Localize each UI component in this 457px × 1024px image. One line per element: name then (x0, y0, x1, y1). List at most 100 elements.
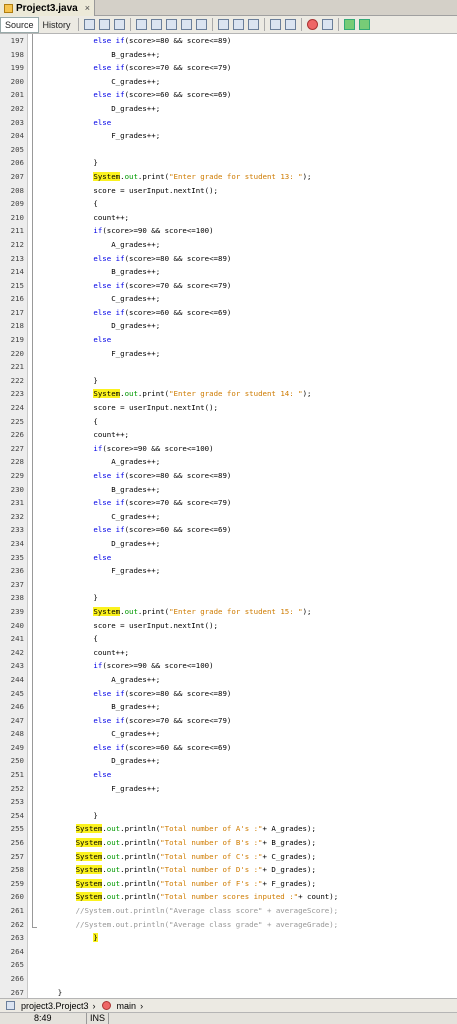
code-line[interactable]: 230 B_grades++; (0, 483, 457, 497)
comment-icon[interactable] (343, 19, 355, 30)
code-line[interactable]: 254 } (0, 809, 457, 823)
shift-left-icon[interactable] (269, 19, 281, 30)
code-line[interactable]: 208 score = userInput.nextInt(); (0, 184, 457, 198)
code-line[interactable]: 245 else if(score>=80 && score<=89) (0, 687, 457, 701)
code-line[interactable]: 247 else if(score>=70 && score<=79) (0, 714, 457, 728)
code-line[interactable]: 257 System.out.println("Total number of … (0, 850, 457, 864)
code-line[interactable]: 266 (0, 972, 457, 986)
file-tab[interactable]: Project3.java × (0, 0, 95, 16)
history-tab-button[interactable]: History (39, 18, 75, 32)
code-line[interactable]: 207 System.out.print("Enter grade for st… (0, 170, 457, 184)
back-icon[interactable] (98, 19, 110, 30)
code-line[interactable]: 232 C_grades++; (0, 510, 457, 524)
code-line[interactable]: 246 B_grades++; (0, 700, 457, 714)
code-line[interactable]: 229 else if(score>=80 && score<=89) (0, 469, 457, 483)
code-line[interactable]: 249 else if(score>=60 && score<=69) (0, 741, 457, 755)
code-line[interactable]: 210 count++; (0, 211, 457, 225)
code-line[interactable]: 204 F_grades++; (0, 129, 457, 143)
previous-bookmark-icon[interactable] (217, 19, 229, 30)
code-line[interactable]: 241 { (0, 632, 457, 646)
stop-macro-icon[interactable] (321, 19, 333, 30)
code-line[interactable]: 227 if(score>=90 && score<=100) (0, 442, 457, 456)
code-line[interactable]: 261 //System.out.println("Average class … (0, 904, 457, 918)
toggle-bookmark-icon[interactable] (247, 19, 259, 30)
code-line[interactable]: 218 D_grades++; (0, 319, 457, 333)
code-line[interactable]: 240 score = userInput.nextInt(); (0, 619, 457, 633)
code-line[interactable]: 260 System.out.println("Total number sco… (0, 890, 457, 904)
code-line[interactable]: 221 (0, 360, 457, 374)
close-tab-icon[interactable]: × (85, 3, 90, 13)
code-editor[interactable]: 197 else if(score>=80 && score<=89) 198 B… (0, 34, 457, 1010)
code-line[interactable]: 199 else if(score>=70 && score<=79) (0, 61, 457, 75)
code-line[interactable]: 202 D_grades++; (0, 102, 457, 116)
shift-right-icon[interactable] (284, 19, 296, 30)
code-line[interactable]: 250 D_grades++; (0, 754, 457, 768)
code-line[interactable]: 226 count++; (0, 428, 457, 442)
code-line[interactable]: 248 C_grades++; (0, 727, 457, 741)
line-number: 231 (10, 498, 24, 508)
code-line[interactable]: 223 System.out.print("Enter grade for st… (0, 387, 457, 401)
code-line[interactable]: 234 D_grades++; (0, 537, 457, 551)
find-previous-icon[interactable] (150, 19, 162, 30)
code-line[interactable]: 233 else if(score>=60 && score<=69) (0, 523, 457, 537)
code-line[interactable]: 201 else if(score>=60 && score<=69) (0, 88, 457, 102)
code-line[interactable]: 214 B_grades++; (0, 265, 457, 279)
code-line[interactable]: 206 } (0, 156, 457, 170)
toggle-highlight-icon[interactable] (180, 19, 192, 30)
code-line[interactable]: 237 (0, 578, 457, 592)
forward-icon[interactable] (113, 19, 125, 30)
code-line[interactable]: 244 A_grades++; (0, 673, 457, 687)
code-line[interactable]: 209 { (0, 197, 457, 211)
uncomment-icon[interactable] (358, 19, 370, 30)
code-line[interactable]: 205 (0, 143, 457, 157)
last-edit-icon[interactable] (83, 19, 95, 30)
code-line[interactable]: 239 System.out.print("Enter grade for st… (0, 605, 457, 619)
code-line[interactable]: 251 else (0, 768, 457, 782)
code-line[interactable]: 242 count++; (0, 646, 457, 660)
code-line[interactable]: 231 else if(score>=70 && score<=79) (0, 496, 457, 510)
code-line[interactable]: 216 C_grades++; (0, 292, 457, 306)
source-tab-button[interactable]: Source (0, 16, 39, 33)
code-line[interactable]: 259 System.out.println("Total number of … (0, 877, 457, 891)
code-line[interactable]: 211 if(score>=90 && score<=100) (0, 224, 457, 238)
find-next-icon[interactable] (165, 19, 177, 30)
code-line[interactable]: 256 System.out.println("Total number of … (0, 836, 457, 850)
code-line[interactable]: 235 else (0, 551, 457, 565)
code-line[interactable]: 197 else if(score>=80 && score<=89) (0, 34, 457, 48)
code-line[interactable]: 243 if(score>=90 && score<=100) (0, 659, 457, 673)
code-line[interactable]: 222 } (0, 374, 457, 388)
code-line[interactable]: 264 (0, 945, 457, 959)
code-line[interactable]: 228 A_grades++; (0, 455, 457, 469)
code-line[interactable]: 258 System.out.println("Total number of … (0, 863, 457, 877)
code-line[interactable]: 263 } (0, 931, 457, 945)
start-macro-icon[interactable] (306, 19, 318, 30)
code-line[interactable]: 217 else if(score>=60 && score<=69) (0, 306, 457, 320)
code-line[interactable]: 220 F_grades++; (0, 347, 457, 361)
code-token: out (106, 838, 121, 848)
code-line[interactable]: 236 F_grades++; (0, 564, 457, 578)
class-breadcrumb[interactable]: project3.Project3 (21, 1001, 89, 1011)
code-line[interactable]: 198 B_grades++; (0, 48, 457, 62)
code-line[interactable]: 212 A_grades++; (0, 238, 457, 252)
code-token: if (93, 661, 103, 671)
code-line[interactable]: 224 score = userInput.nextInt(); (0, 401, 457, 415)
code-line[interactable]: 253 (0, 795, 457, 809)
code-line[interactable]: 203 else (0, 116, 457, 130)
code-line[interactable]: 200 C_grades++; (0, 75, 457, 89)
code-line[interactable]: 255 System.out.println("Total number of … (0, 822, 457, 836)
next-bookmark-icon[interactable] (232, 19, 244, 30)
rectangular-selection-icon[interactable] (195, 19, 207, 30)
code-line[interactable]: 219 else (0, 333, 457, 347)
method-breadcrumb[interactable]: main (117, 1001, 137, 1011)
code-text: System.out.print("Enter grade for studen… (40, 387, 311, 401)
code-line[interactable]: 215 else if(score>=70 && score<=79) (0, 279, 457, 293)
line-number: 248 (10, 729, 24, 739)
code-line[interactable]: 265 (0, 958, 457, 972)
find-icon[interactable] (135, 19, 147, 30)
code-line[interactable]: 238 } (0, 591, 457, 605)
code-line[interactable]: 262 //System.out.println("Average class … (0, 918, 457, 932)
code-line[interactable]: 225 { (0, 415, 457, 429)
code-line[interactable]: 252 F_grades++; (0, 782, 457, 796)
code-line[interactable]: 213 else if(score>=80 && score<=89) (0, 252, 457, 266)
